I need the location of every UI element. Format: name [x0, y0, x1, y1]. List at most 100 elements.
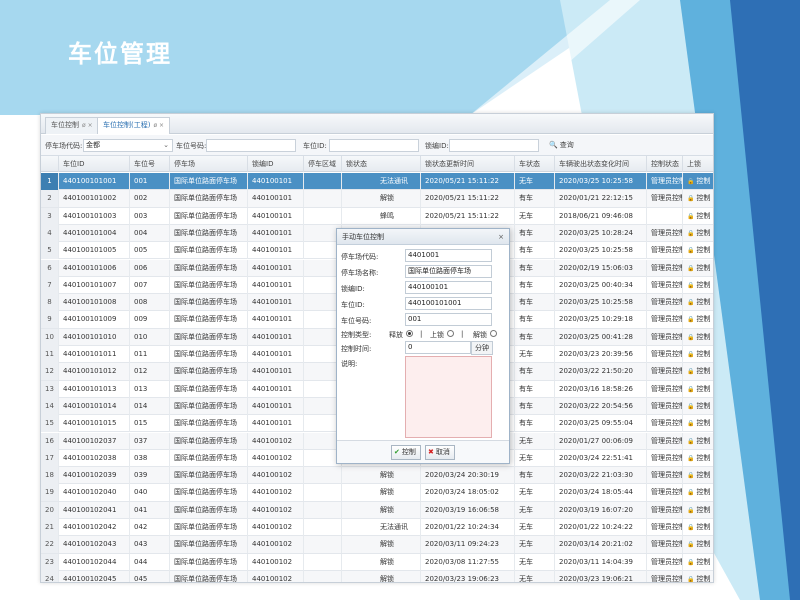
cell-lock[interactable]: 🔒 控制 [683, 363, 713, 380]
cell-lock-time-text: 2020/05/21 15:11:22 [425, 177, 500, 185]
cell-control-status: 管理员控制 [647, 380, 683, 398]
cell-lock-time-text: 2020/03/24 20:30:19 [425, 471, 500, 480]
cell-space-id: 440100101005 [59, 242, 130, 260]
cell-lock[interactable]: 🔒 控制 [683, 190, 713, 207]
cell-lock-id: 440100101 [248, 276, 304, 294]
cell-space-id-text: 440100102041 [63, 505, 117, 514]
col-header-lock-time[interactable]: 锁状态更新时间 [421, 156, 515, 172]
table-row[interactable]: 1 440100101001 001 国际单位路面停车场 440100101 无法通讯 20… [41, 173, 713, 191]
cell-lock[interactable]: 🔒 控制 [683, 554, 713, 571]
tab-label: 车位控制(工程) [103, 121, 151, 129]
radio-lock[interactable] [447, 330, 454, 337]
minute-unit-button[interactable]: 分钟 [471, 341, 493, 355]
cell-space-id: 440100101015 [59, 415, 130, 433]
table-row[interactable]: 18 440100102039 039 国际单位路面停车场 440100102 解锁 202… [41, 467, 713, 485]
col-header-lock-status[interactable]: 锁状态 [342, 156, 421, 172]
cell-lock-id: 440100102 [248, 467, 304, 485]
cell-lock[interactable]: 🔒 控制 [683, 467, 713, 484]
space-no-field[interactable]: 001 [405, 313, 492, 326]
radio-separator: | [461, 330, 464, 338]
col-header-control-status[interactable]: 控制状态 [647, 156, 683, 172]
cell-lock[interactable]: 🔒 控制 [683, 536, 713, 553]
cell-control-status: 管理员控制 [647, 224, 683, 242]
col-header-car-time[interactable]: 车辆驶出状态变化时间 [555, 156, 647, 172]
col-header-car-status[interactable]: 车状态 [515, 156, 555, 172]
cell-lock[interactable]: 🔒 控制 [683, 173, 713, 190]
col-header-space-id[interactable]: 车位ID [59, 156, 130, 172]
cell-lock[interactable]: 🔒 控制 [683, 225, 713, 242]
table-row[interactable]: 3 440100101003 003 国际单位路面停车场 440100101 蜂鸣 2020… [41, 207, 713, 225]
space-no-input[interactable] [206, 139, 296, 152]
space-id-field[interactable]: 440100101001 [405, 297, 492, 310]
table-row[interactable]: 23 440100102044 044 国际单位路面停车场 440100102 解锁 202… [41, 553, 713, 571]
control-button[interactable]: ✔ 控制 [391, 445, 421, 460]
col-header-index [41, 156, 59, 172]
table-row[interactable]: 21 440100102042 042 国际单位路面停车场 440100102 无法通讯 2… [41, 519, 713, 537]
cell-car-time-text: 2018/06/21 09:46:08 [559, 211, 634, 220]
radio-release[interactable] [406, 330, 413, 337]
lock-id-input[interactable] [449, 139, 539, 152]
table-row[interactable]: 24 440100102045 045 国际单位路面停车场 440100102 解锁 202… [41, 570, 713, 583]
col-header-lock[interactable]: 上锁 [683, 156, 713, 172]
row-index: 14 [41, 397, 59, 415]
cell-lock[interactable]: 🔒 控制 [683, 294, 713, 311]
cell-car-time-text: 2020/03/16 18:58:26 [559, 384, 634, 393]
table-row[interactable]: 22 440100102043 043 国际单位路面停车场 440100102 解锁 202… [41, 536, 713, 554]
space-id-input[interactable] [329, 139, 419, 152]
cell-lock[interactable]: 🔒 控制 [683, 329, 713, 346]
cell-lock[interactable]: 🔒 控制 [683, 415, 713, 432]
cell-lock[interactable]: 🔒 控制 [683, 519, 713, 536]
park-name-field[interactable]: 国际单位路面停车场 [405, 265, 492, 278]
cell-lock[interactable]: 🔒 控制 [683, 242, 713, 259]
tab-space-control[interactable]: 车位控制 ø × [45, 117, 99, 134]
cell-lock[interactable]: 🔒 控制 [683, 311, 713, 328]
cell-park: 国际单位路面停车场 [170, 276, 248, 294]
cell-park: 国际单位路面停车场 [170, 259, 248, 277]
cell-lock[interactable]: 🔒 控制 [683, 484, 713, 501]
table-row[interactable]: 20 440100102041 041 国际单位路面停车场 440100102 解锁 202… [41, 501, 713, 519]
park-code-field[interactable]: 4401001 [405, 249, 492, 262]
close-icon[interactable]: ø × [82, 122, 93, 129]
tab-space-control-engineering[interactable]: 车位控制(工程) ø × [97, 117, 171, 134]
cell-lock[interactable]: 🔒 控制 [683, 450, 713, 467]
cell-lock[interactable]: 🔒 控制 [683, 277, 713, 294]
cell-park-text: 国际单位路面停车场 [174, 177, 237, 185]
cell-control-status-text: 管理员控制 [651, 523, 683, 531]
cell-lock-id: 440100102 [248, 536, 304, 554]
cell-lock[interactable]: 🔒 控制 [683, 502, 713, 519]
table-row[interactable]: 19 440100102040 040 国际单位路面停车场 440100102 解锁 202… [41, 484, 713, 502]
close-icon[interactable]: × [498, 229, 504, 245]
park-code-select[interactable]: 金都 ⌄ [83, 139, 173, 152]
radio-unlock[interactable] [490, 330, 497, 337]
col-header-park[interactable]: 停车场 [170, 156, 248, 172]
cell-lock[interactable]: 🔒 控制 [683, 208, 713, 225]
cell-lock[interactable]: 🔒 控制 [683, 398, 713, 415]
cell-lock-id: 440100102 [248, 570, 304, 582]
cell-lock[interactable]: 🔒 控制 [683, 433, 713, 450]
cell-lock[interactable]: 🔒 控制 [683, 346, 713, 363]
cell-lock[interactable]: 🔒 控制 [683, 571, 713, 582]
cell-car-status-text: 有车 [519, 280, 533, 289]
cell-car-time-text: 2020/03/25 10:25:58 [559, 246, 634, 255]
cell-lock-id: 440100101 [248, 294, 304, 312]
col-header-lock-id[interactable]: 锁编ID [248, 156, 304, 172]
lock-icon: 🔒 [687, 524, 695, 531]
search-button[interactable]: 🔍 查询 [549, 140, 574, 150]
cell-space-no-text: 001 [134, 177, 148, 185]
lock-id-field[interactable]: 440100101 [405, 281, 492, 294]
cancel-button[interactable]: ✖ 取消 [425, 445, 455, 460]
cell-lock[interactable]: 🔒 控制 [683, 381, 713, 398]
cell-space-no: 043 [130, 536, 170, 554]
remark-textarea[interactable] [405, 356, 492, 438]
control-time-field[interactable]: 0 [405, 341, 471, 354]
cell-car-time-text: 2020/03/23 19:06:21 [559, 574, 634, 583]
table-row[interactable]: 2 440100101002 002 国际单位路面停车场 440100101 解锁 2020… [41, 190, 713, 208]
cell-lock-time-text: 2020/03/19 16:06:58 [425, 505, 500, 514]
close-icon[interactable]: ø × [153, 122, 164, 129]
col-header-space-no[interactable]: 车位号 [130, 156, 170, 172]
lock-icon: 🔒 [687, 541, 695, 549]
col-header-area[interactable]: 停车区域 [304, 156, 342, 172]
lock-icon: 🔒 [687, 247, 695, 255]
cell-lock[interactable]: 🔒 控制 [683, 260, 713, 277]
cancel-icon: ✖ [428, 448, 434, 456]
